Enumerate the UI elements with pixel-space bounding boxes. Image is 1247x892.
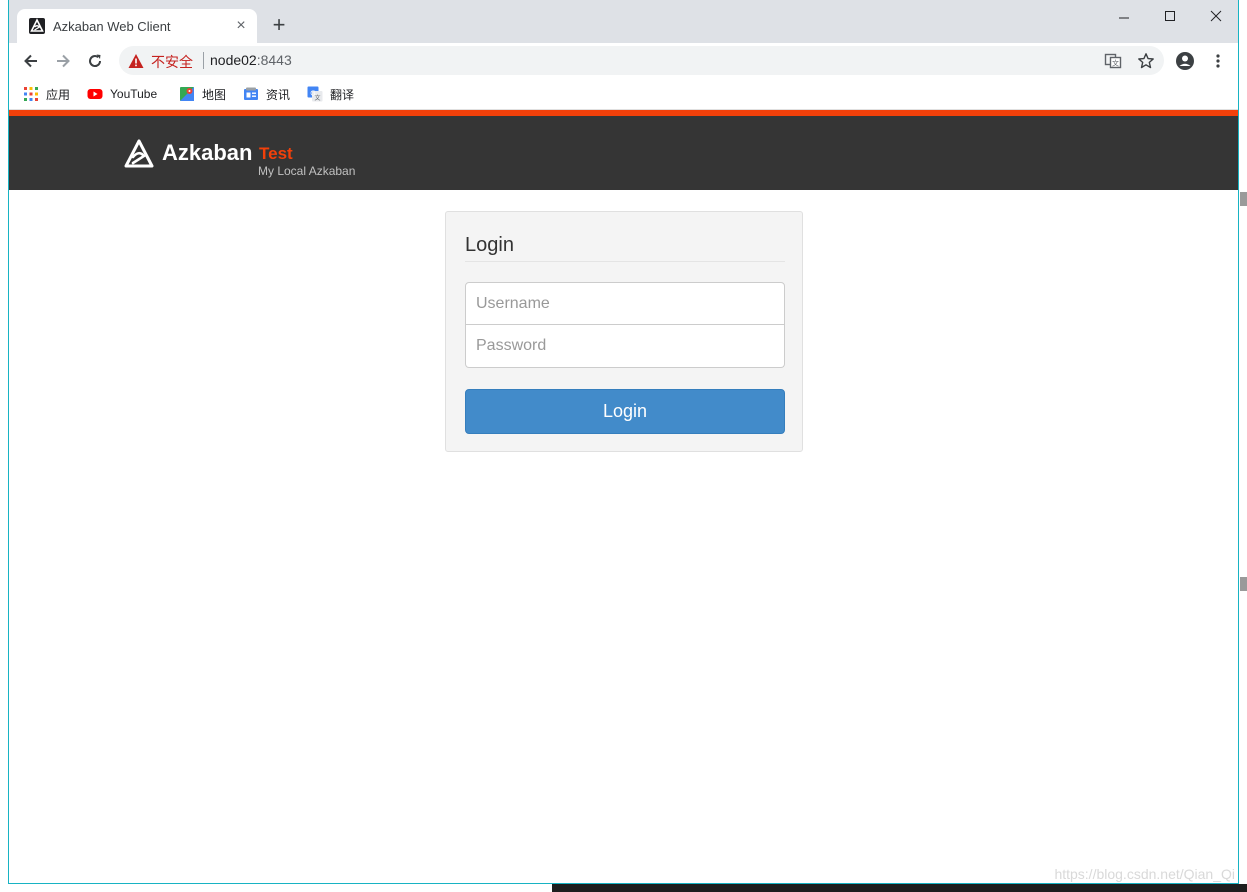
account-icon [1176, 52, 1194, 70]
new-tab-button[interactable]: + [267, 14, 291, 38]
page-content: Azkaban Test My Local Azkaban Login Logi… [9, 110, 1238, 883]
bookmark-youtube[interactable]: YouTube [87, 85, 157, 103]
reload-icon [89, 54, 102, 67]
bookmark-label: 应用 [46, 87, 71, 102]
tab-close-icon[interactable]: × [233, 18, 249, 34]
warning-icon [128, 54, 144, 68]
watermark-text: https://blog.csdn.net/Qian_Qi [1054, 866, 1235, 882]
environment-name: Test [259, 144, 293, 163]
minimize-icon[interactable] [1101, 4, 1147, 28]
translate-page-icon[interactable]: 文 [1104, 52, 1122, 70]
svg-text:文: 文 [1112, 59, 1119, 68]
bookmark-translate[interactable]: G 文 翻译 [307, 85, 354, 103]
azkaban-favicon-icon [29, 18, 45, 34]
bookmark-apps[interactable]: 应用 [23, 85, 70, 103]
address-bar[interactable]: 不安全 node02:8443 文 [119, 46, 1164, 75]
security-status-label[interactable]: 不安全 [151, 52, 193, 72]
maximize-icon[interactable] [1147, 4, 1193, 28]
menu-button[interactable] [1204, 47, 1232, 75]
arrow-left-icon [24, 54, 37, 68]
maps-icon [180, 87, 194, 101]
azkaban-logo-icon[interactable] [123, 138, 155, 170]
bookmark-label: 地图 [202, 87, 227, 102]
bookmark-maps[interactable]: 地图 [179, 85, 226, 103]
profile-button[interactable] [1171, 47, 1199, 75]
url-host: node02 [210, 52, 257, 68]
tab-strip: Azkaban Web Client × + [9, 0, 1238, 43]
reload-button[interactable] [81, 47, 109, 75]
tab-title: Azkaban Web Client [53, 18, 171, 34]
password-field[interactable] [465, 325, 785, 368]
browser-window: Azkaban Web Client × + 不安全 node02:8443 文… [8, 0, 1239, 884]
browser-tab[interactable]: Azkaban Web Client × [17, 9, 257, 43]
forward-button[interactable] [49, 47, 77, 75]
username-field[interactable] [465, 282, 785, 325]
navigation-toolbar: 不安全 node02:8443 文 [9, 43, 1238, 78]
login-button[interactable]: Login [465, 389, 785, 434]
bookmark-star-icon[interactable] [1137, 52, 1155, 70]
background-terminal [552, 884, 1247, 892]
login-divider [465, 261, 785, 262]
login-panel: Login Login [445, 211, 803, 452]
login-title: Login [465, 234, 514, 256]
youtube-icon [87, 89, 103, 99]
environment-subtitle: My Local Azkaban [258, 164, 356, 178]
bookmarks-bar: 应用 YouTube 地图 资讯 G 文 翻译 [9, 78, 1238, 110]
url-text[interactable]: node02:8443 [210, 52, 292, 68]
bookmark-label: 资讯 [266, 87, 291, 102]
apps-grid-icon [24, 87, 38, 101]
news-icon [244, 87, 258, 100]
background-window-edge-bottom [0, 884, 1247, 892]
svg-text:文: 文 [314, 94, 320, 102]
bookmark-label: 翻译 [330, 87, 355, 102]
background-window-edge-right [1240, 0, 1247, 892]
app-name[interactable]: Azkaban [162, 140, 252, 166]
url-port: :8443 [256, 52, 292, 68]
bookmark-news[interactable]: 资讯 [243, 85, 290, 103]
window-close-icon[interactable] [1193, 4, 1239, 28]
address-separator [203, 52, 204, 69]
translate-icon: G 文 [307, 86, 323, 102]
more-vertical-icon [1216, 54, 1220, 68]
azkaban-header: Azkaban Test My Local Azkaban [9, 116, 1238, 190]
arrow-right-icon [57, 54, 70, 68]
back-button[interactable] [17, 47, 45, 75]
bookmark-label: YouTube [110, 87, 158, 101]
